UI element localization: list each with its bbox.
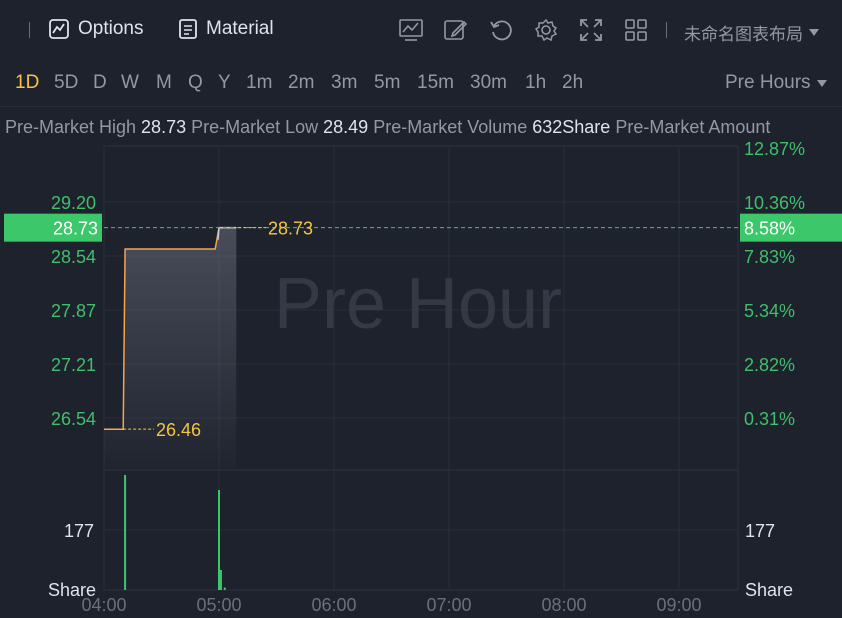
- volume-unit-label: Share: [48, 580, 96, 600]
- top-toolbar: Options Material 未命名图表布局: [0, 0, 842, 62]
- volume-tick-label: 177: [745, 521, 775, 541]
- volume-bar: [218, 490, 220, 590]
- percent-tick-label: 2.82%: [744, 355, 795, 375]
- stat-value: 632Share: [532, 117, 616, 137]
- percent-tick-label: 7.83%: [744, 247, 795, 267]
- max-price-label: 28.73: [268, 219, 313, 239]
- stat-label: Pre-Market High: [5, 117, 142, 137]
- current-percent-badge: [740, 213, 842, 242]
- current-percent-text: 8.58%: [744, 219, 795, 239]
- chart-options-icon: [49, 19, 69, 39]
- x-tick-label: 08:00: [541, 595, 586, 615]
- price-tick-label: 27.87: [51, 301, 96, 321]
- current-price-text: 28.73: [53, 219, 98, 239]
- watermark: Pre Hour: [274, 264, 562, 344]
- period-toolbar: 1D 5D D W M Q Y 1m 2m 3m 5m 15m 30m 1h 2h Pre Hours: [0, 62, 842, 107]
- x-tick-label: 06:00: [311, 595, 356, 615]
- stat-label: Pre-Market Low: [191, 117, 324, 137]
- volume-tick-label: 177: [64, 521, 94, 541]
- indicator-icon[interactable]: [398, 17, 424, 43]
- x-tick-label: 05:00: [196, 595, 241, 615]
- price-line: [104, 226, 237, 430]
- percent-tick-label: 0.31%: [744, 409, 795, 429]
- period-tab-3m[interactable]: 3m: [331, 72, 357, 94]
- layout-name: 未命名图表布局: [684, 25, 803, 44]
- reset-icon[interactable]: [488, 17, 514, 43]
- chevron-down-icon: [809, 29, 819, 36]
- period-tab-w[interactable]: W: [121, 72, 139, 94]
- period-tab-1m[interactable]: 1m: [246, 72, 272, 94]
- period-tab-y[interactable]: Y: [218, 72, 231, 94]
- options-button[interactable]: Options: [48, 18, 143, 40]
- material-button[interactable]: Material: [178, 18, 274, 40]
- grid-layout-icon[interactable]: [623, 17, 649, 43]
- options-label: Options: [78, 18, 144, 39]
- fullscreen-icon[interactable]: [578, 17, 604, 43]
- percent-tick-label: 12.87%: [744, 139, 805, 159]
- stat-label: Pre-Market Amount: [615, 117, 771, 137]
- period-tab-30m[interactable]: 30m: [470, 72, 507, 94]
- period-tab-q[interactable]: Q: [188, 72, 203, 94]
- stat-value: 28.49: [323, 117, 374, 137]
- document-icon: [179, 19, 197, 39]
- draw-pencil-icon[interactable]: [442, 17, 468, 43]
- volume-bar: [223, 587, 226, 590]
- period-tab-5m[interactable]: 5m: [374, 72, 400, 94]
- price-tick-label: 29.20: [51, 193, 96, 213]
- period-tab-d[interactable]: D: [93, 72, 107, 94]
- price-tick-label: 26.54: [51, 409, 96, 429]
- price-tick-label: 28.54: [51, 247, 96, 267]
- session-label: Pre Hours: [725, 72, 811, 93]
- gear-icon[interactable]: [533, 17, 559, 43]
- price-line-high: [217, 226, 237, 240]
- volume-unit-label: Share: [745, 580, 793, 600]
- volume-bar: [124, 475, 127, 590]
- period-tab-2m[interactable]: 2m: [288, 72, 314, 94]
- period-tab-15m[interactable]: 15m: [417, 72, 454, 94]
- period-tab-5d[interactable]: 5D: [54, 72, 78, 94]
- x-tick-label: 09:00: [656, 595, 701, 615]
- layout-select[interactable]: 未命名图表布局: [684, 20, 819, 45]
- toolbar-separator: [666, 22, 667, 38]
- premarket-stats: Pre-Market High 28.73 Pre-Market Low 28.…: [5, 117, 770, 138]
- x-tick-label: 04:00: [81, 595, 126, 615]
- period-tab-m[interactable]: M: [156, 72, 172, 94]
- period-tab-2h[interactable]: 2h: [562, 72, 583, 94]
- period-tab-1d[interactable]: 1D: [15, 72, 39, 94]
- toolbar-separator: [29, 22, 30, 38]
- chevron-down-icon: [816, 79, 827, 87]
- stat-value: 28.73: [141, 117, 192, 137]
- session-select[interactable]: Pre Hours: [725, 72, 827, 94]
- volume-bar: [219, 570, 222, 590]
- percent-tick-label: 5.34%: [744, 301, 795, 321]
- x-tick-label: 07:00: [426, 595, 471, 615]
- percent-tick-label: 10.36%: [744, 193, 805, 213]
- material-label: Material: [206, 18, 274, 39]
- price-tick-label: 27.21: [51, 355, 96, 375]
- stat-label: Pre-Market Volume: [373, 117, 533, 137]
- period-tab-1h[interactable]: 1h: [525, 72, 546, 94]
- current-price-badge: [4, 213, 102, 242]
- min-price-label: 26.46: [156, 420, 201, 440]
- price-area: [104, 227, 237, 470]
